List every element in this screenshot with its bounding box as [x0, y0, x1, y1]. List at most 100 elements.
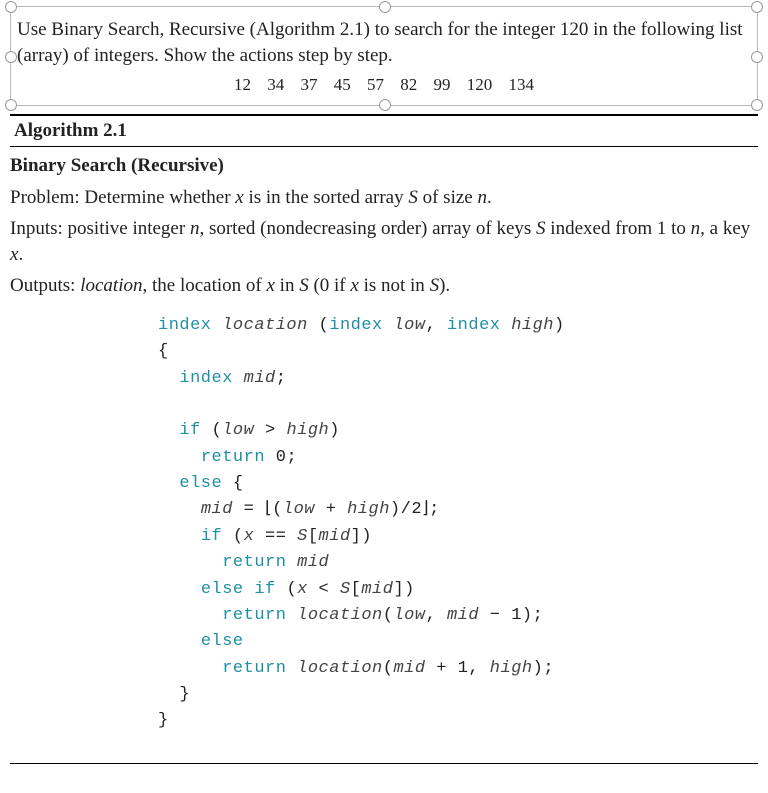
resize-handle-icon[interactable]	[751, 99, 763, 111]
semi: ;	[543, 659, 554, 678]
id-mid: mid	[319, 527, 351, 546]
algorithm-problem: Problem: Determine whether x is in the s…	[10, 185, 758, 211]
id-mid: mid	[244, 369, 276, 388]
semi: ;	[286, 448, 297, 467]
lt: <	[319, 580, 330, 599]
lparen: (	[233, 527, 244, 546]
rparen: )	[361, 527, 372, 546]
id-location: location	[297, 659, 383, 678]
id-location: location	[222, 316, 308, 335]
plus: +	[436, 659, 447, 678]
var-n: n	[691, 218, 701, 239]
var-location: location	[80, 275, 142, 296]
problem-selection-box[interactable]: Use Binary Search, Recursive (Algorithm …	[10, 6, 758, 106]
text: indexed from 1 to	[546, 218, 691, 239]
kw-if: if	[201, 527, 222, 546]
id-mid: mid	[297, 553, 329, 572]
var-x: x	[266, 275, 274, 296]
rbracket: ]	[351, 527, 362, 546]
id-S: S	[340, 580, 351, 599]
problem-statement: Use Binary Search, Recursive (Algorithm …	[17, 17, 751, 68]
var-S: S	[536, 218, 546, 239]
assign: =	[244, 500, 255, 519]
text: , the location of	[142, 275, 266, 296]
var-S: S	[430, 275, 440, 296]
num-2: 2	[411, 500, 422, 519]
num-0: 0	[276, 448, 287, 467]
resize-handle-icon[interactable]	[379, 1, 391, 13]
text: .	[487, 187, 492, 208]
algorithm-name: Binary Search (Recursive)	[10, 153, 758, 179]
kw-index: index	[158, 316, 212, 335]
var-n: n	[477, 187, 487, 208]
resize-handle-icon[interactable]	[751, 1, 763, 13]
comma: ,	[426, 316, 437, 335]
gt: >	[265, 421, 276, 440]
id-low: low	[393, 606, 425, 625]
lparen: (	[272, 500, 283, 519]
minus: −	[490, 606, 501, 625]
slash: /	[401, 500, 412, 519]
kw-return: return	[222, 606, 286, 625]
algorithm-outputs: Outputs: location, the location of x in …	[10, 273, 758, 299]
kw-return: return	[222, 659, 286, 678]
id-high: high	[511, 316, 554, 335]
rparen: )	[533, 659, 544, 678]
id-mid: mid	[201, 500, 233, 519]
rbrace: }	[158, 711, 169, 730]
resize-handle-icon[interactable]	[751, 51, 763, 63]
text: in	[275, 275, 299, 296]
num-1: 1	[511, 606, 522, 625]
semi: ;	[429, 500, 440, 519]
resize-handle-icon[interactable]	[5, 51, 17, 63]
var-x: x	[350, 275, 358, 296]
lbrace: {	[158, 342, 169, 361]
rparen: )	[404, 580, 415, 599]
var-S: S	[408, 187, 418, 208]
text: Outputs:	[10, 275, 80, 296]
id-x: x	[244, 527, 255, 546]
comma: ,	[426, 606, 437, 625]
plus: +	[326, 500, 337, 519]
integer-array: 12 34 37 45 57 82 99 120 134	[17, 74, 751, 97]
lparen: (	[212, 421, 223, 440]
rparen: )	[554, 316, 565, 335]
semi: ;	[533, 606, 544, 625]
resize-handle-icon[interactable]	[5, 1, 17, 13]
kw-elseif: else if	[201, 580, 276, 599]
eq: ==	[265, 527, 286, 546]
rbracket: ]	[393, 580, 404, 599]
rparen: )	[390, 500, 401, 519]
rule-top	[10, 114, 758, 116]
rbrace: }	[179, 685, 190, 704]
num-1: 1	[458, 659, 469, 678]
text: .	[18, 244, 23, 265]
rparen: )	[522, 606, 533, 625]
var-S: S	[299, 275, 309, 296]
kw-else: else	[179, 474, 222, 493]
id-mid: mid	[447, 606, 479, 625]
text: of size	[418, 187, 478, 208]
comma: ,	[468, 659, 479, 678]
var-x: x	[235, 187, 243, 208]
text: , a key	[700, 218, 750, 239]
kw-return: return	[201, 448, 265, 467]
kw-return: return	[222, 553, 286, 572]
text: is in the sorted array	[244, 187, 409, 208]
resize-handle-icon[interactable]	[5, 99, 17, 111]
id-low: low	[393, 316, 425, 335]
text: is not in	[359, 275, 430, 296]
id-location: location	[297, 606, 383, 625]
lparen: (	[286, 580, 297, 599]
rule-under-label	[10, 146, 758, 147]
algorithm-label: Algorithm 2.1	[10, 118, 758, 144]
kw-index: index	[447, 316, 501, 335]
lbrace: {	[233, 474, 244, 493]
semi: ;	[276, 369, 287, 388]
lbracket: [	[351, 580, 362, 599]
id-mid: mid	[393, 659, 425, 678]
algorithm-inputs: Inputs: positive integer n, sorted (nond…	[10, 216, 758, 267]
kw-if: if	[179, 421, 200, 440]
resize-handle-icon[interactable]	[379, 99, 391, 111]
lparen: (	[383, 659, 394, 678]
